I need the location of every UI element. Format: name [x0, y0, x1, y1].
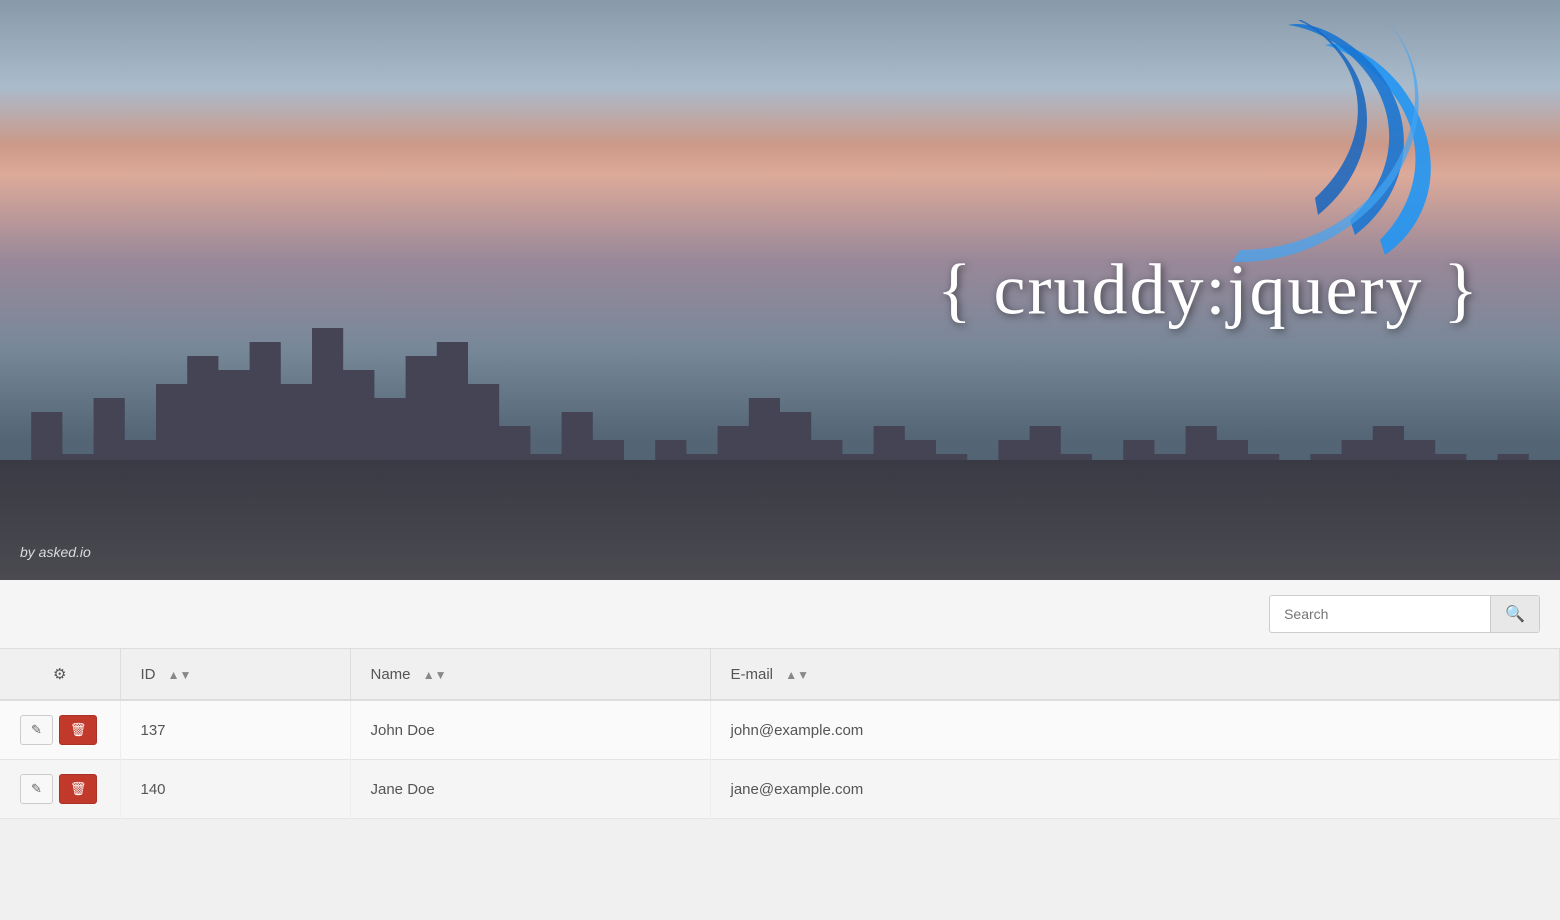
search-input[interactable] — [1270, 598, 1490, 630]
table-row: ✎ 🗑 137 John Doe john@example.com — [0, 700, 1560, 760]
search-icon: 🔍 — [1505, 606, 1525, 623]
search-row: 🔍 — [0, 580, 1560, 649]
col-id-label: ID — [141, 666, 156, 683]
search-button[interactable]: 🔍 — [1490, 596, 1539, 632]
action-cell: ✎ 🗑 — [0, 700, 120, 760]
attribution-text: by asked.io — [20, 544, 91, 560]
edit-button[interactable]: ✎ — [20, 715, 53, 745]
brand-area: { cruddy:jquery } — [937, 249, 1480, 332]
cell-name: Jane Doe — [350, 760, 710, 819]
action-cell: ✎ 🗑 — [0, 760, 120, 819]
brand-title: { cruddy:jquery } — [937, 250, 1480, 330]
search-container: 🔍 — [1269, 595, 1540, 633]
table-header-row: ⚙ ID ▲▼ Name ▲▼ E-mail ▲▼ — [0, 649, 1560, 700]
table-header-settings: ⚙ — [0, 649, 120, 700]
table-header-email[interactable]: E-mail ▲▼ — [710, 649, 1560, 700]
delete-button[interactable]: 🗑 — [59, 774, 98, 804]
cell-email: jane@example.com — [710, 760, 1560, 819]
cell-email: john@example.com — [710, 700, 1560, 760]
data-table: ⚙ ID ▲▼ Name ▲▼ E-mail ▲▼ — [0, 649, 1560, 819]
sort-icon-id: ▲▼ — [168, 668, 192, 682]
action-buttons: ✎ 🗑 — [20, 774, 100, 804]
col-email-label: E-mail — [731, 666, 774, 683]
cell-name: John Doe — [350, 700, 710, 760]
sort-icon-email: ▲▼ — [785, 668, 809, 682]
table-body: ✎ 🗑 137 John Doe john@example.com ✎ 🗑 14… — [0, 700, 1560, 819]
jquery-swirl-logo — [1160, 20, 1440, 280]
table-section: 🔍 ⚙ ID ▲▼ Name ▲▼ E-mail ▲▼ — [0, 580, 1560, 819]
cell-id: 137 — [120, 700, 350, 760]
gear-icon: ⚙ — [53, 666, 66, 683]
delete-button[interactable]: 🗑 — [59, 715, 98, 745]
hero-section: { cruddy:jquery } by asked.io — [0, 0, 1560, 580]
action-buttons: ✎ 🗑 — [20, 715, 100, 745]
edit-button[interactable]: ✎ — [20, 774, 53, 804]
cell-id: 140 — [120, 760, 350, 819]
table-header-name[interactable]: Name ▲▼ — [350, 649, 710, 700]
table-row: ✎ 🗑 140 Jane Doe jane@example.com — [0, 760, 1560, 819]
sort-icon-name: ▲▼ — [423, 668, 447, 682]
table-header-id[interactable]: ID ▲▼ — [120, 649, 350, 700]
col-name-label: Name — [371, 666, 411, 683]
